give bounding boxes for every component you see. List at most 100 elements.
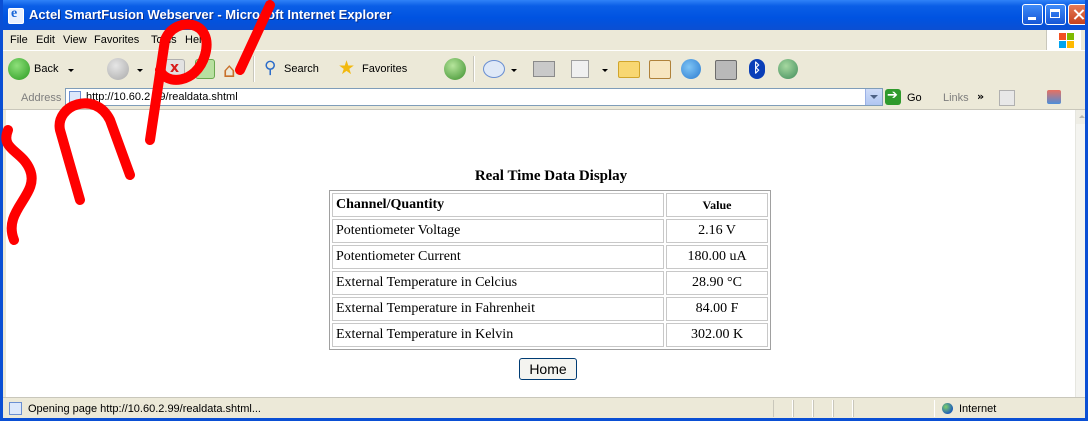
edit-dropdown-icon[interactable] <box>602 69 608 72</box>
go-label: Go <box>907 92 922 104</box>
status-text: Opening page http://10.60.2.99/realdata.… <box>28 403 261 415</box>
refresh-icon <box>195 59 215 79</box>
search-icon: ⚲ <box>264 58 277 78</box>
title-bar: Actel SmartFusion Webserver - Microsoft … <box>3 0 1085 30</box>
page-loading-icon <box>9 402 22 415</box>
messenger-icon <box>681 59 701 79</box>
value-cell: 2.16 V <box>666 219 768 243</box>
toolbar-separator <box>253 56 255 82</box>
status-panel <box>773 400 793 417</box>
toolbar-separator <box>473 56 475 82</box>
menu-favorites[interactable]: Favorites <box>94 34 139 46</box>
channel-cell: Potentiometer Voltage <box>332 219 664 243</box>
forward-arrow-icon <box>107 58 129 80</box>
extension-icon[interactable] <box>999 90 1015 106</box>
status-panel <box>833 400 853 417</box>
vertical-scrollbar[interactable] <box>1075 110 1085 397</box>
research-button[interactable] <box>647 56 673 82</box>
channel-cell: External Temperature in Kelvin <box>332 323 664 347</box>
page-title: Real Time Data Display <box>474 168 628 184</box>
folder-button[interactable] <box>616 56 642 82</box>
menu-bar: File Edit View Favorites Tools Help <box>3 30 1085 50</box>
ie-icon <box>8 6 24 24</box>
address-dropdown-icon[interactable] <box>865 89 882 105</box>
address-label: Address <box>21 92 62 104</box>
menu-file[interactable]: File <box>10 34 28 46</box>
favorites-button[interactable]: ★ Favorites <box>336 56 428 82</box>
back-arrow-icon <box>8 58 30 80</box>
stop-button[interactable]: x <box>163 56 185 82</box>
forward-button[interactable] <box>107 56 147 82</box>
printer-icon <box>533 61 555 77</box>
status-bar: Opening page http://10.60.2.99/realdata.… <box>3 397 1085 418</box>
close-button[interactable] <box>1068 4 1085 25</box>
bluetooth-button[interactable]: ᛒ <box>746 56 770 82</box>
value-cell: 84.00 F <box>666 297 768 321</box>
zone-label: Internet <box>959 403 997 415</box>
stop-icon: x <box>165 59 185 79</box>
back-dropdown-icon[interactable] <box>68 69 74 72</box>
edit-page-icon <box>571 60 589 78</box>
chevron-right-icon[interactable]: » <box>977 90 984 103</box>
windows-logo-icon <box>1046 30 1081 50</box>
page-icon <box>69 91 81 103</box>
scroll-up-icon[interactable] <box>1076 110 1085 124</box>
status-panel <box>793 400 813 417</box>
back-label: Back <box>34 63 59 75</box>
print-button[interactable] <box>531 56 557 82</box>
column-header-value: Value <box>666 193 768 217</box>
home-button[interactable]: Home <box>519 358 577 380</box>
media-icon <box>715 60 737 80</box>
status-panel <box>853 400 935 417</box>
menu-tools[interactable]: Tools <box>151 34 177 46</box>
history-icon <box>444 58 466 80</box>
refresh-button[interactable] <box>193 56 215 82</box>
browser-window: Actel SmartFusion Webserver - Microsoft … <box>0 0 1088 421</box>
status-panel <box>813 400 833 417</box>
messenger-button[interactable] <box>679 56 707 82</box>
value-cell: 302.00 K <box>666 323 768 347</box>
back-button[interactable]: Back <box>8 56 78 82</box>
contacts-icon <box>778 59 798 79</box>
go-arrow-icon <box>885 88 901 105</box>
search-label: Search <box>284 63 319 75</box>
column-header-channel: Channel/Quantity <box>332 193 664 217</box>
mail-button[interactable] <box>481 56 523 82</box>
menu-edit[interactable]: Edit <box>36 34 55 46</box>
links-button[interactable]: Links <box>943 92 969 104</box>
table-row: External Temperature in Fahrenheit 84.00… <box>332 297 768 321</box>
internet-zone-icon <box>942 403 953 414</box>
forward-dropdown-icon[interactable] <box>137 69 143 72</box>
toolbar-extra-icon[interactable] <box>1047 90 1061 104</box>
media-button[interactable] <box>713 56 739 82</box>
table-header-row: Channel/Quantity Value <box>332 193 768 217</box>
address-bar: Address http://10.60.2.99/realdata.shtml… <box>3 87 1085 110</box>
table-row: External Temperature in Celcius 28.90 °C <box>332 271 768 295</box>
research-icon <box>649 60 671 79</box>
home-toolbar-button[interactable]: ⌂ <box>221 56 245 82</box>
star-icon: ★ <box>338 57 356 79</box>
search-button[interactable]: ⚲ Search <box>262 56 332 82</box>
channel-cell: Potentiometer Current <box>332 245 664 269</box>
data-table: Channel/Quantity Value Potentiometer Vol… <box>329 190 771 350</box>
standard-toolbar: Back x ⌂ ⚲ Search ★ Favorites ᛒ <box>3 50 1085 88</box>
window-title: Actel SmartFusion Webserver - Microsoft … <box>29 7 392 22</box>
contacts-button[interactable] <box>776 56 802 82</box>
menu-view[interactable]: View <box>63 34 87 46</box>
channel-cell: External Temperature in Celcius <box>332 271 664 295</box>
bluetooth-icon: ᛒ <box>749 59 765 79</box>
minimize-button[interactable] <box>1022 4 1043 25</box>
value-cell: 180.00 uA <box>666 245 768 269</box>
address-url[interactable]: http://10.60.2.99/realdata.shtml <box>86 91 238 103</box>
mail-dropdown-icon[interactable] <box>511 69 517 72</box>
history-button[interactable] <box>443 56 467 82</box>
table-row: External Temperature in Kelvin 302.00 K <box>332 323 768 347</box>
mail-icon <box>483 60 505 78</box>
folder-icon <box>618 61 640 78</box>
edit-button[interactable] <box>569 56 613 82</box>
table-row: Potentiometer Voltage 2.16 V <box>332 219 768 243</box>
table-row: Potentiometer Current 180.00 uA <box>332 245 768 269</box>
maximize-button[interactable] <box>1045 4 1066 25</box>
menu-help[interactable]: Help <box>185 34 208 46</box>
address-input[interactable]: http://10.60.2.99/realdata.shtml <box>65 88 883 106</box>
